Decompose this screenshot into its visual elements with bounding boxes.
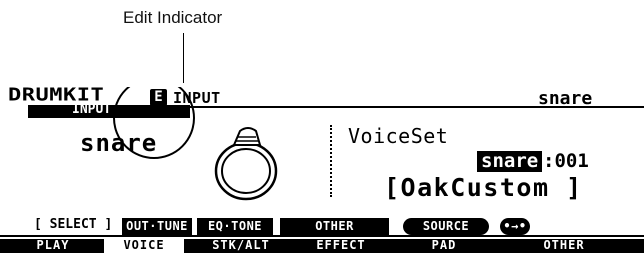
- link-icon[interactable]: •→•: [500, 218, 530, 235]
- tab-effect[interactable]: EFFECT: [296, 237, 386, 253]
- select-label: [ SELECT ]: [34, 217, 113, 232]
- out-tune-button[interactable]: OUT·TUNE: [122, 218, 192, 235]
- tab-play[interactable]: PLAY: [14, 237, 92, 253]
- page-tab-label: INPUT: [72, 102, 112, 117]
- callout-leader-line: [183, 33, 184, 83]
- other-button[interactable]: OTHER: [280, 218, 389, 235]
- voice-name: [OakCustom ]: [384, 173, 583, 202]
- tab-voice[interactable]: VOICE: [104, 237, 184, 253]
- snare-drum-icon: [214, 127, 278, 201]
- panel-divider: [330, 125, 332, 197]
- voice-category[interactable]: snare: [477, 151, 543, 172]
- tab-pad[interactable]: PAD: [402, 237, 486, 253]
- kit-name: snare: [538, 88, 593, 109]
- source-button[interactable]: SOURCE: [403, 218, 489, 235]
- eq-tone-button[interactable]: EQ·TONE: [197, 218, 273, 235]
- tab-stk-alt[interactable]: STK/ALT: [196, 237, 286, 253]
- lcd-screen: DRUMKIT INPUT E INPUT snare snare VoiceS…: [0, 87, 644, 253]
- voice-number[interactable]: :001: [543, 151, 589, 172]
- voice-set-label: VoiceSet: [348, 124, 449, 148]
- input-name: snare: [80, 129, 158, 157]
- tab-other[interactable]: OTHER: [504, 237, 624, 253]
- edit-indicator-callout-label: Edit Indicator: [123, 8, 223, 27]
